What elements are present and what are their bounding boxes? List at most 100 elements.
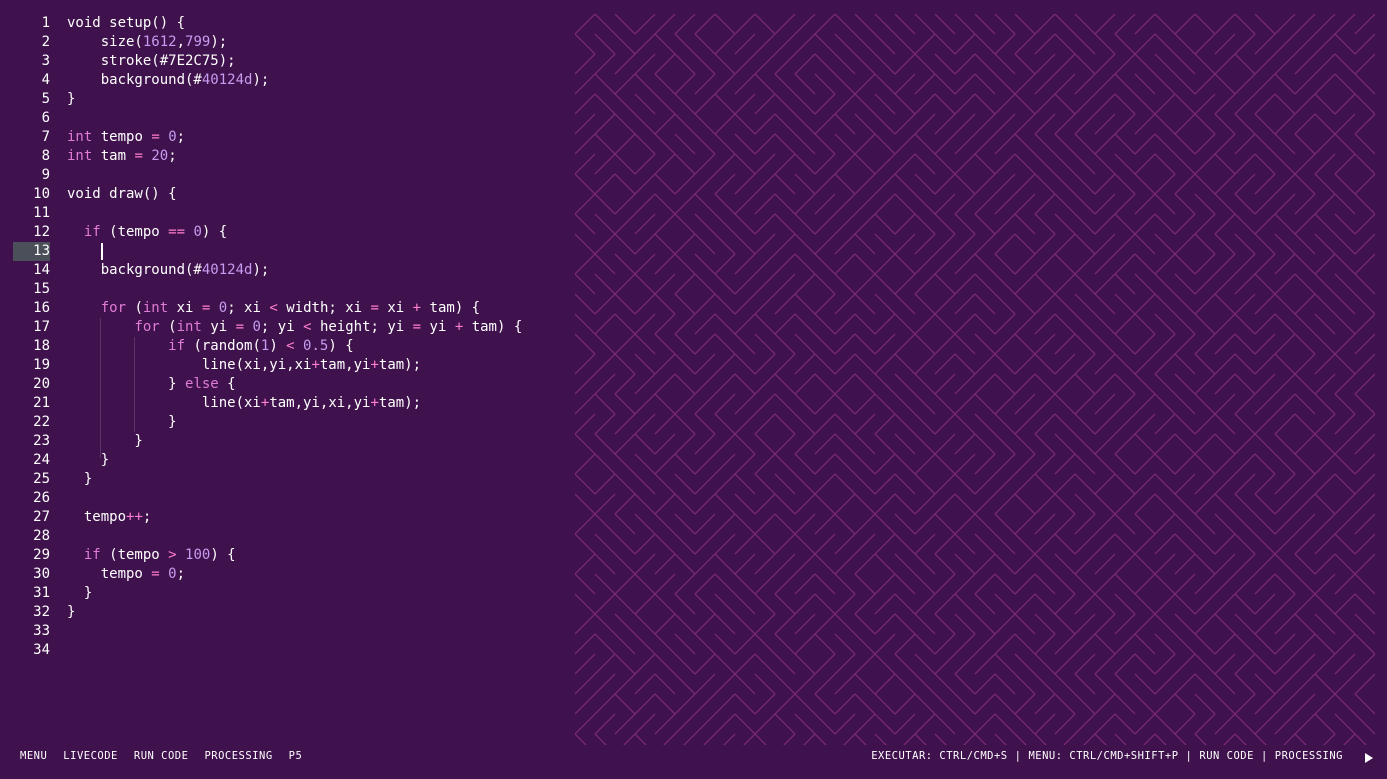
- code-line[interactable]: 24 }: [0, 451, 570, 470]
- maze-line: [1214, 593, 1236, 615]
- maze-line: [814, 553, 836, 575]
- maze-line: [674, 233, 696, 255]
- maze-line: [1354, 353, 1375, 375]
- code-line[interactable]: 2 size(1612,799);: [0, 33, 570, 52]
- maze-line: [794, 433, 816, 455]
- maze-line: [674, 413, 696, 435]
- maze-line: [1034, 193, 1056, 215]
- code-editor[interactable]: 1 void setup() {2 size(1612,799); 3 stroke…: [0, 14, 570, 660]
- maze-line: [814, 373, 836, 395]
- code-text: size(1612,799);: [67, 34, 228, 50]
- menu-shortcut: MENU: CTRL/CMD+SHIFT+P: [1028, 750, 1179, 762]
- maze-line: [1334, 113, 1356, 135]
- footer-p5-button[interactable]: P5: [289, 750, 303, 762]
- maze-line: [1234, 193, 1256, 215]
- code-line[interactable]: 23 }: [0, 432, 570, 451]
- maze-line: [654, 313, 676, 335]
- maze-line: [1094, 173, 1116, 195]
- code-line[interactable]: 7 int tempo = 0;: [0, 128, 570, 147]
- maze-line: [1254, 333, 1276, 355]
- footer-menu-button[interactable]: MENU: [20, 750, 47, 762]
- maze-line: [1014, 273, 1036, 295]
- maze-line: [1114, 213, 1136, 235]
- maze-line: [1274, 293, 1296, 315]
- line-number: 24: [33, 452, 50, 468]
- maze-line: [814, 333, 836, 355]
- maze-line: [1014, 73, 1036, 95]
- code-line[interactable]: 12 if (tempo == 0) {: [0, 223, 570, 242]
- play-icon[interactable]: [1365, 753, 1373, 763]
- maze-line: [934, 493, 956, 515]
- maze-line: [794, 653, 816, 675]
- code-line[interactable]: 10 void draw() {: [0, 185, 570, 204]
- code-text: }: [67, 91, 76, 107]
- code-line[interactable]: 14 background(#40124d);: [0, 261, 570, 280]
- code-line[interactable]: 19 line(xi,yi,xi+tam,yi+tam);: [0, 356, 570, 375]
- code-line[interactable]: 13: [0, 242, 570, 261]
- maze-line: [714, 553, 736, 575]
- code-line[interactable]: 22 }: [0, 413, 570, 432]
- maze-line: [1174, 433, 1196, 455]
- maze-line: [1074, 73, 1096, 95]
- maze-line: [1034, 573, 1056, 595]
- code-line[interactable]: 17 for (int yi = 0; yi < height; yi = yi…: [0, 318, 570, 337]
- code-line[interactable]: 9: [0, 166, 570, 185]
- maze-line: [575, 513, 596, 535]
- maze-line: [834, 493, 856, 515]
- maze-line: [1034, 153, 1056, 175]
- maze-line: [1014, 453, 1036, 475]
- maze-line: [1254, 133, 1276, 155]
- maze-line: [814, 473, 836, 495]
- code-line[interactable]: 3 stroke(#7E2C75);: [0, 52, 570, 71]
- code-line[interactable]: 32}: [0, 603, 570, 622]
- code-line[interactable]: 16 for (int xi = 0; xi < width; xi = xi …: [0, 299, 570, 318]
- code-line[interactable]: 31 }: [0, 584, 570, 603]
- maze-line: [1054, 673, 1076, 695]
- code-line[interactable]: 30 tempo = 0;: [0, 565, 570, 584]
- code-line[interactable]: 11: [0, 204, 570, 223]
- code-line[interactable]: 4 background(#40124d);: [0, 71, 570, 90]
- maze-line: [1054, 193, 1076, 215]
- maze-line: [1034, 273, 1056, 295]
- run-code-link[interactable]: RUN CODE: [1199, 750, 1254, 762]
- code-line[interactable]: 5}: [0, 90, 570, 109]
- maze-line: [1154, 293, 1176, 315]
- code-line[interactable]: 25 }: [0, 470, 570, 489]
- maze-line: [1134, 473, 1156, 495]
- maze-line: [1083, 733, 1096, 745]
- code-line[interactable]: 18 if (random(1) < 0.5) {: [0, 337, 570, 356]
- code-line[interactable]: 15: [0, 280, 570, 299]
- code-line[interactable]: 28: [0, 527, 570, 546]
- maze-line: [694, 14, 716, 35]
- maze-line: [1174, 713, 1196, 735]
- maze-line: [1154, 513, 1176, 535]
- code-line[interactable]: 6: [0, 109, 570, 128]
- maze-line: [994, 613, 1016, 635]
- maze-line: [894, 333, 916, 355]
- footer-livecode-button[interactable]: LIVECODE: [63, 750, 118, 762]
- code-line[interactable]: 34: [0, 641, 570, 660]
- maze-line: [934, 313, 956, 335]
- code-line[interactable]: 20 } else {: [0, 375, 570, 394]
- maze-line: [1354, 633, 1375, 655]
- maze-line: [974, 153, 996, 175]
- code-line[interactable]: 26: [0, 489, 570, 508]
- code-text: }: [67, 452, 110, 468]
- code-line[interactable]: 1 void setup() {: [0, 14, 570, 33]
- maze-line: [1194, 14, 1216, 35]
- maze-line: [794, 613, 816, 635]
- code-line[interactable]: 29 if (tempo > 100) {: [0, 546, 570, 565]
- code-line[interactable]: 27 tempo++;: [0, 508, 570, 527]
- code-line[interactable]: 33: [0, 622, 570, 641]
- maze-line: [1074, 113, 1096, 135]
- footer-processing-button[interactable]: PROCESSING: [204, 750, 272, 762]
- maze-line: [874, 193, 896, 215]
- code-line[interactable]: 21 line(xi+tam,yi,xi,yi+tam);: [0, 394, 570, 413]
- maze-line: [894, 313, 916, 335]
- maze-line: [1114, 313, 1136, 335]
- maze-line: [1314, 193, 1336, 215]
- maze-line: [1354, 733, 1367, 745]
- footer-run-code-button[interactable]: RUN CODE: [134, 750, 189, 762]
- code-line[interactable]: 8 int tam = 20;: [0, 147, 570, 166]
- processing-link[interactable]: PROCESSING: [1275, 750, 1343, 762]
